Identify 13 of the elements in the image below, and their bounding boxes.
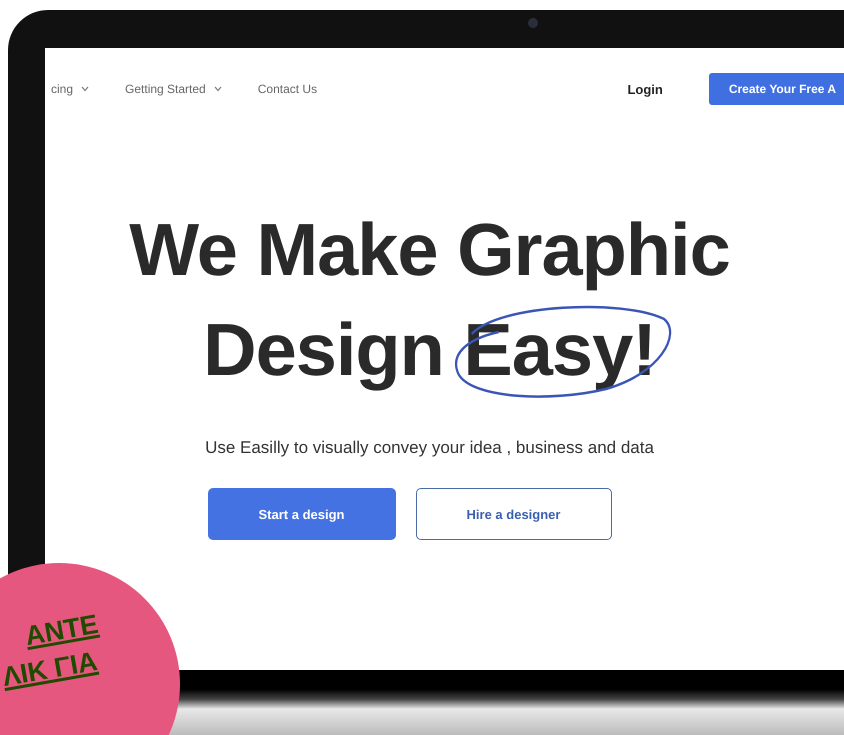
chevron-down-icon <box>214 86 222 92</box>
nav-link[interactable]: Getting Started <box>125 82 222 96</box>
camera-dot <box>528 18 538 28</box>
chevron-down-icon <box>81 86 90 92</box>
nav-link[interactable]: cing <box>51 82 90 96</box>
hero-title: Design Easy! <box>203 300 656 400</box>
start-design-button[interactable]: Start a design <box>208 488 396 540</box>
hero-title: We Make Graphic <box>129 207 730 293</box>
hero-subtitle: Use Easilly to visually convey your idea , business and data <box>205 438 654 458</box>
login-link[interactable]: Login <box>627 82 663 96</box>
signup-button[interactable]: Create Your Free A <box>708 73 844 105</box>
hire-designer-button[interactable]: Hire a designer <box>416 488 612 540</box>
nav-link[interactable]: Contact Us <box>258 82 318 96</box>
